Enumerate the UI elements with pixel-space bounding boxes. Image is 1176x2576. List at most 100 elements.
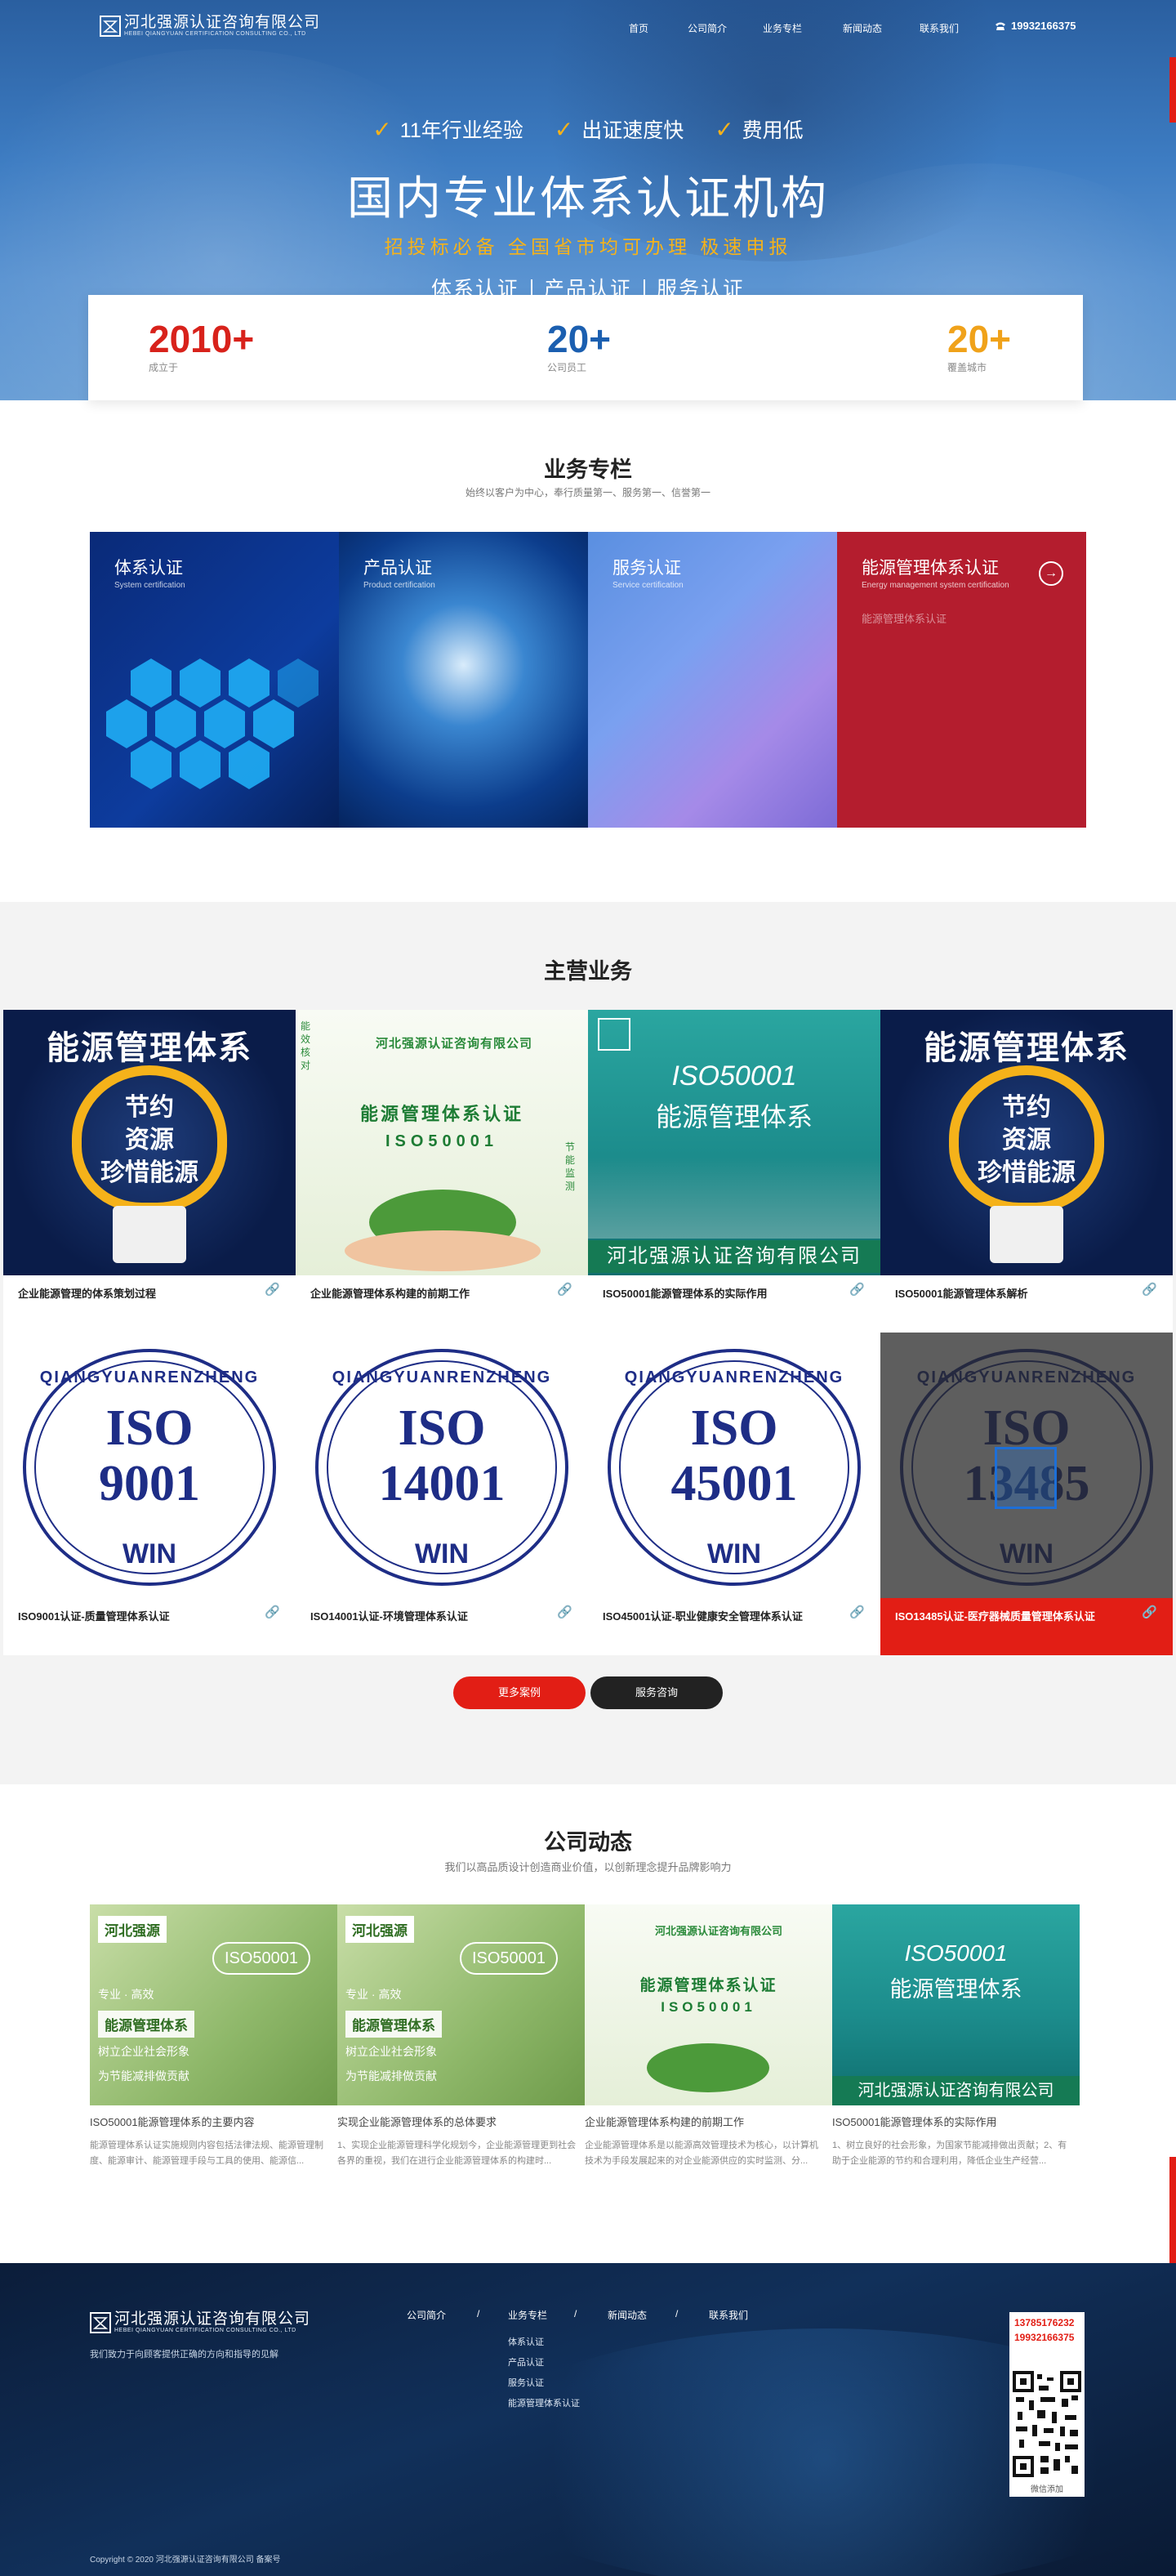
news-title[interactable]: ISO50001能源管理体系的实际作用 bbox=[832, 2114, 1080, 2129]
news-title[interactable]: 实现企业能源管理体系的总体要求 bbox=[337, 2114, 585, 2129]
consult-button[interactable]: 服务咨询 bbox=[590, 1676, 723, 1709]
link-icon[interactable]: 🔗 bbox=[849, 1605, 866, 1621]
check-icon: ✓ bbox=[372, 116, 392, 142]
link-icon[interactable]: 🔗 bbox=[849, 1282, 866, 1298]
case-card[interactable]: QIANGYUANRENZHENG ISO 45001 WIN ISO45001… bbox=[588, 1333, 880, 1655]
tile-title: 体系认证 bbox=[114, 559, 183, 578]
footer-nav-sep: / bbox=[574, 2308, 577, 2319]
energy-bulb-image: 能源管理体系 节约 资源 珍惜能源 bbox=[880, 1010, 1173, 1275]
case-card[interactable]: ISO50001 能源管理体系 河北强源认证咨询有限公司 ISO50001能源管… bbox=[588, 1010, 880, 1333]
tile-en: System certification bbox=[114, 581, 185, 590]
iso-45001-seal-image: QIANGYUANRENZHENG ISO 45001 WIN bbox=[588, 1333, 880, 1598]
link-icon[interactable]: 🔗 bbox=[557, 1282, 573, 1298]
news-title[interactable]: 企业能源管理体系构建的前期工作 bbox=[585, 2114, 832, 2129]
stat-employees: 20+ 公司员工 bbox=[547, 318, 612, 373]
tile-service-cert[interactable]: 服务认证 Service certification bbox=[588, 532, 837, 828]
footer-nav-business[interactable]: 业务专栏 bbox=[508, 2308, 547, 2322]
footer-nav-about[interactable]: 公司简介 bbox=[407, 2308, 446, 2322]
more-cases-button[interactable]: 更多案例 bbox=[453, 1676, 586, 1709]
news-item[interactable]: ISO50001 能源管理体系 河北强源认证咨询有限公司 ISO50001能源管… bbox=[832, 1904, 1080, 2186]
qr-label: 微信添加 bbox=[1031, 2485, 1063, 2494]
hero-title: 国内专业体系认证机构 bbox=[347, 172, 829, 224]
tile-title: 服务认证 bbox=[612, 559, 681, 578]
link-icon[interactable]: 🔗 bbox=[1142, 1282, 1158, 1298]
footer-sub-product[interactable]: 产品认证 bbox=[508, 2355, 544, 2368]
tile-title: 能源管理体系认证 bbox=[862, 559, 999, 578]
tile-product-cert[interactable]: 产品认证 Product certification bbox=[339, 532, 588, 828]
news-desc: 企业能源管理体系是以能源高效管理技术为核心，以计算机技术为手段发展起来的对企业能… bbox=[585, 2141, 818, 2166]
news-desc: 1、实现企业能源管理科学化规划今，企业能源管理更到社会各界的重视，我们在进行企业… bbox=[337, 2141, 577, 2166]
news-item[interactable]: 河北强源认证咨询有限公司 能源管理体系认证 ISO50001 企业能源管理体系构… bbox=[585, 1904, 832, 2186]
news-item[interactable]: 河北强源 ISO50001 专业 · 高效 能源管理体系 树立企业社会形象 为节… bbox=[90, 1904, 337, 2186]
check-icon: ✓ bbox=[715, 116, 734, 142]
case-card[interactable]: 能源管理体系 节约 资源 珍惜能源 ISO50001能源管理体系解析 🔗 bbox=[880, 1010, 1173, 1333]
link-icon[interactable]: 🔗 bbox=[265, 1605, 281, 1621]
news-desc: 能源管理体系认证实施规则内容包括法律法规、能源管理制度、能源审计、能源管理手段与… bbox=[90, 2141, 323, 2166]
tile-system-cert[interactable]: 体系认证 System certification bbox=[90, 532, 339, 828]
news-subtitle: 我们以高品质设计创造商业价值，以创新理念提升品牌影响力 bbox=[444, 1861, 732, 1873]
nav-news[interactable]: 新闻动态 bbox=[843, 21, 882, 35]
footer-nav-sep: / bbox=[477, 2308, 480, 2319]
footer-logo-en: HEBEI QIANGYUAN CERTIFICATION CONSULTING… bbox=[114, 2328, 296, 2333]
news-image: 河北强源认证咨询有限公司 能源管理体系认证 ISO50001 bbox=[585, 1904, 832, 2105]
news-image: 河北强源 ISO50001 专业 · 高效 能源管理体系 树立企业社会形象 为节… bbox=[90, 1904, 337, 2105]
iso-14001-seal-image: QIANGYUANRENZHENG ISO 14001 WIN bbox=[296, 1333, 588, 1598]
case-card[interactable]: 能源管理体系 节约 资源 珍惜能源 企业能源管理的体系策划过程 🔗 bbox=[3, 1010, 296, 1333]
tile-en: Energy management system certification bbox=[862, 581, 1009, 590]
header-phone[interactable]: 19932166375 bbox=[995, 20, 1076, 32]
tile-en: Product certification bbox=[363, 581, 435, 590]
side-accent bbox=[1169, 2157, 1176, 2263]
phone-icon bbox=[996, 22, 1005, 30]
case-card[interactable]: 河北强源认证咨询有限公司 能效核对 节能监测 能源管理体系认证 ISO50001… bbox=[296, 1010, 588, 1333]
footer-sub-service[interactable]: 服务认证 bbox=[508, 2376, 544, 2389]
case-card[interactable]: QIANGYUANRENZHENG ISO 9001 WIN ISO9001认证… bbox=[3, 1333, 296, 1655]
feature-fast: ✓ 出证速度快 bbox=[554, 116, 684, 143]
footer-phone-1[interactable]: 13785176232 bbox=[1014, 2317, 1074, 2328]
news-title[interactable]: ISO50001能源管理体系的主要内容 bbox=[90, 2114, 337, 2129]
energy-city-image: ISO50001 能源管理体系 河北强源认证咨询有限公司 bbox=[588, 1010, 880, 1275]
tile-energy-cert[interactable]: 能源管理体系认证 Energy management system certif… bbox=[837, 532, 1086, 828]
feature-cost: ✓ 费用低 bbox=[715, 116, 804, 143]
news-image: ISO50001 能源管理体系 河北强源认证咨询有限公司 bbox=[832, 1904, 1080, 2105]
site-footer: 河北强源认证咨询有限公司 HEBEI QIANGYUAN CERTIFICATI… bbox=[0, 2263, 1176, 2576]
stat-founded: 2010+ 成立于 bbox=[149, 318, 255, 373]
tile-title: 产品认证 bbox=[363, 559, 432, 578]
news-title: 公司动态 bbox=[544, 1830, 632, 1855]
footer-sub-system[interactable]: 体系认证 bbox=[508, 2335, 544, 2348]
phone-number: 19932166375 bbox=[1011, 20, 1076, 32]
stats-panel: 2010+ 成立于 20+ 公司员工 20+ 覆盖城市 bbox=[88, 295, 1083, 400]
logo-icon bbox=[100, 15, 121, 37]
footer-phone-2[interactable]: 19932166375 bbox=[1014, 2332, 1074, 2343]
site-logo[interactable]: 河北强源认证咨询有限公司 HEBEI QIANGYUAN CERTIFICATI… bbox=[100, 15, 320, 37]
footer-nav-contact[interactable]: 联系我们 bbox=[709, 2308, 748, 2322]
hero-subtitle: 招投标必备 全国省市均可办理 极速申报 bbox=[384, 236, 792, 257]
case-card[interactable]: QIANGYUANRENZHENG ISO 14001 WIN ISO14001… bbox=[296, 1333, 588, 1655]
business-title: 业务专栏 bbox=[544, 458, 632, 482]
link-icon[interactable]: 🔗 bbox=[265, 1282, 281, 1298]
case-card-active[interactable]: QIANGYUANRENZHENG ISO 13485 WIN ISO13485… bbox=[880, 1333, 1173, 1655]
nav-about[interactable]: 公司简介 bbox=[688, 21, 727, 35]
stat-cities: 20+ 覆盖城市 bbox=[947, 318, 1012, 373]
business-subtitle: 始终以客户为中心，奉行质量第一、服务第一、信誉第一 bbox=[465, 487, 710, 498]
contact-card: 13785176232 19932166375 微信添加 bbox=[1009, 2312, 1085, 2497]
logo-name: 河北强源认证咨询有限公司 bbox=[124, 14, 321, 31]
energy-bulb-image: 能源管理体系 节约 资源 珍惜能源 bbox=[3, 1010, 296, 1275]
footer-logo[interactable]: 河北强源认证咨询有限公司 HEBEI QIANGYUAN CERTIFICATI… bbox=[90, 2311, 310, 2333]
iso-9001-seal-image: QIANGYUANRENZHENG ISO 9001 WIN bbox=[3, 1333, 296, 1598]
footer-sub-energy[interactable]: 能源管理体系认证 bbox=[508, 2396, 580, 2409]
logo-icon bbox=[995, 1447, 1057, 1509]
link-icon[interactable]: 🔗 bbox=[1142, 1605, 1158, 1621]
arrow-right-icon[interactable]: → bbox=[1039, 561, 1063, 586]
nav-contact[interactable]: 联系我们 bbox=[920, 21, 959, 35]
footer-logo-name: 河北强源认证咨询有限公司 bbox=[114, 2310, 311, 2328]
copyright: Copyright © 2020 河北强源认证咨询有限公司 备案号 bbox=[90, 2556, 281, 2565]
footer-slogan: 我们致力于向顾客提供正确的方向和指导的见解 bbox=[90, 2350, 278, 2359]
link-icon[interactable]: 🔗 bbox=[557, 1605, 573, 1621]
nav-business[interactable]: 业务专栏 bbox=[763, 21, 802, 35]
footer-nav-news[interactable]: 新闻动态 bbox=[608, 2308, 647, 2322]
feature-experience: ✓ 11年行业经验 bbox=[372, 116, 523, 143]
news-item[interactable]: 河北强源 ISO50001 专业 · 高效 能源管理体系 树立企业社会形象 为节… bbox=[337, 1904, 585, 2186]
news-desc: 1、树立良好的社会形象，为国家节能减排做出贡献；2、有助于企业能源的节约和合理利… bbox=[832, 2141, 1067, 2166]
logo-icon bbox=[90, 2311, 111, 2333]
nav-home[interactable]: 首页 bbox=[629, 21, 648, 35]
